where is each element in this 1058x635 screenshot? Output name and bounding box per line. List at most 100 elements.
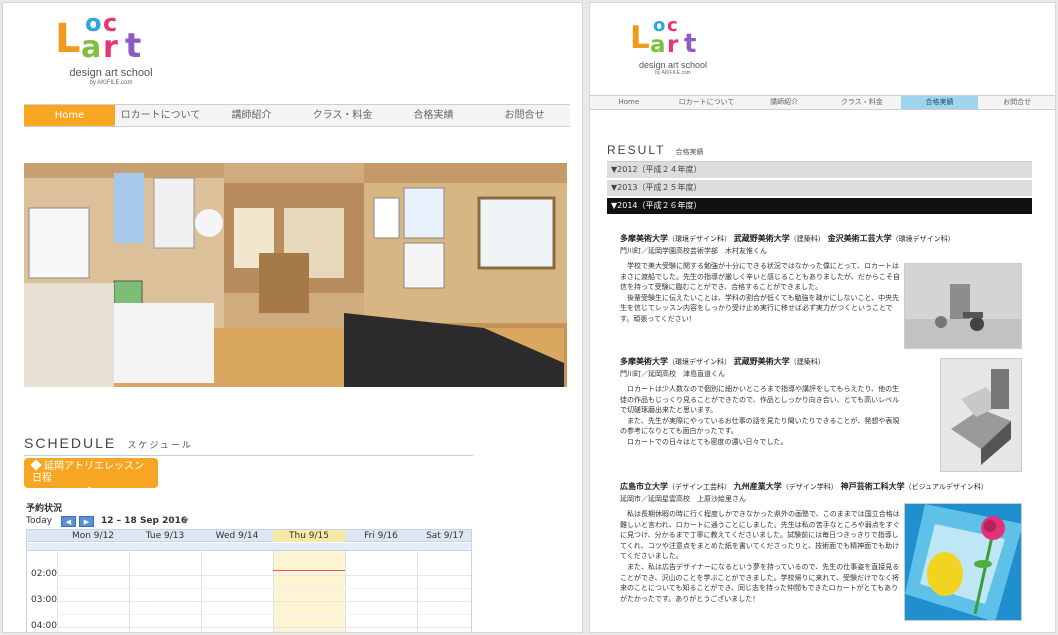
calendar-day[interactable]: Tue 9/13 — [129, 530, 201, 542]
nav-item-teachers[interactable]: 講師紹介 — [206, 105, 297, 126]
week-calendar: Mon 9/12 Tue 9/13 Wed 9/14 Thu 9/15 Fri … — [26, 529, 472, 632]
entry-testimonial: 学校で美大受験に関する勉強が十分にできる状況ではなかった僕にとって、ロカートはま… — [620, 261, 902, 325]
nav-item-results[interactable]: 合格実績 — [900, 96, 979, 109]
testimonial-paragraph: ロカートでの日々はとても密度の濃い日々でした。 — [627, 437, 788, 446]
site-logo[interactable]: L o c a r t design art school by AKIFILE… — [55, 11, 167, 86]
testimonial-paragraph: また、私は広告デザイナーになるという夢を持っているので、先生の仕事姿を直接見るこ… — [620, 562, 900, 603]
school-dept: （建築科） — [789, 358, 825, 366]
nav-item-contact[interactable]: お問合せ — [479, 105, 570, 126]
chevron-left-icon[interactable]: ◀ — [61, 516, 76, 527]
logo-school-name: design art school — [638, 60, 708, 70]
testimonial-paragraph: ロカートは少人数なので個別に細かいところまで指導や講評をしてもらえたり、他の生徒… — [620, 385, 900, 415]
pencil-drawing-geometric-image — [940, 358, 1022, 472]
school-name: 九州産業大学 — [733, 482, 782, 491]
calendar-day-today[interactable]: Thu 9/15 — [273, 530, 345, 542]
calendar-all-day-row — [27, 543, 471, 551]
schedule-button-label: 延岡アトリエレッスン日程 — [32, 461, 144, 484]
schedule-title: SCHEDULE — [24, 435, 117, 451]
school-dept: （ビジュアルデザイン科） — [904, 483, 988, 491]
calendar-column[interactable] — [417, 551, 471, 632]
entry-schools: 多摩美術大学（環境デザイン科） 武蔵野美術大学（建築科） 金沢美術工芸大学（環境… — [620, 233, 1022, 244]
chevron-down-icon[interactable]: ▼ — [183, 517, 188, 525]
calendar-day[interactable]: Fri 9/16 — [345, 530, 417, 542]
nav-item-teachers[interactable]: 講師紹介 — [745, 96, 823, 109]
logo-letter: r — [103, 30, 118, 65]
calendar-today-button[interactable]: Today — [26, 516, 52, 526]
site-logo[interactable]: L o c a r t design art school by AKIFILE… — [630, 17, 716, 76]
school-name: 武蔵野美術大学 — [733, 234, 790, 243]
home-page-screenshot: L o c a r t design art school by AKIFILE… — [2, 2, 583, 633]
logo-letter: a — [650, 32, 666, 58]
diamond-icon — [83, 486, 95, 498]
calendar-time-label: 04:00 — [31, 621, 57, 631]
calendar-hour-line — [57, 627, 471, 628]
year-accordion-2014[interactable]: ▼2014（平成２６年度） — [607, 198, 1032, 214]
nav-item-about[interactable]: ロカートについて — [115, 105, 206, 126]
pencil-drawing-still-life-image — [904, 263, 1022, 349]
calendar-day[interactable]: Mon 9/12 — [57, 530, 129, 542]
testimonial-paragraph: 私は長期休暇の時に行く程度しかできなかった県外の画塾で、このままでは国立合格は難… — [620, 510, 900, 561]
logo-letter: L — [630, 20, 650, 56]
main-nav: Home ロカートについて 講師紹介 クラス・料金 合格実績 お問合せ — [24, 104, 570, 127]
nobeoka-lesson-schedule-button[interactable]: 延岡アトリエレッスン日程 — [24, 458, 158, 498]
results-page-screenshot: L o c a r t design art school by AKIFILE… — [589, 2, 1056, 633]
calendar-column[interactable] — [57, 551, 129, 632]
calendar-time-label: 03:00 — [31, 595, 57, 605]
calendar-column[interactable] — [201, 551, 273, 632]
nav-item-results[interactable]: 合格実績 — [388, 105, 479, 126]
calendar-half-hour-line — [57, 588, 471, 589]
color-illustration-lemon-rose-image — [904, 503, 1022, 621]
calendar-column-today[interactable] — [273, 551, 345, 632]
logo-school-name: design art school — [69, 67, 153, 79]
calendar-half-hour-line — [57, 614, 471, 615]
school-dept: （環境デザイン科） — [668, 235, 731, 243]
chevron-right-icon[interactable]: ▶ — [79, 516, 94, 527]
calendar-column[interactable] — [345, 551, 417, 632]
student-info: 門川町／延岡学園高校芸術学部 木村友惟くん — [620, 247, 767, 255]
nav-item-classes[interactable]: クラス・料金 — [297, 105, 388, 126]
nav-item-contact[interactable]: お問合せ — [978, 96, 1055, 109]
logo-letter: L — [55, 16, 81, 62]
school-dept: （環境デザイン科） — [891, 235, 955, 243]
nav-item-classes[interactable]: クラス・料金 — [823, 96, 901, 109]
calendar-day[interactable]: Sat 9/17 — [417, 530, 471, 542]
school-dept: （デザイン工芸科） — [668, 483, 731, 491]
testimonial-paragraph: また、先生が実際にやっているお仕事の話を見たり聞いたりできることが、発想や表現の… — [620, 416, 900, 436]
logo-mark: L o c a r t — [55, 11, 167, 67]
result-title-ja: 合格実績 — [675, 148, 704, 156]
calendar-date-range: 12 – 18 Sep 2016 — [101, 516, 188, 526]
entry-testimonial: ロカートは少人数なので個別に細かいところまで指導や講評をしてもらえたり、他の生徒… — [620, 384, 902, 448]
result-title: RESULT — [607, 143, 666, 157]
school-name: 神戸芸術工科大学 — [840, 482, 905, 491]
calendar-time-label: 02:00 — [31, 569, 57, 579]
entry-testimonial: 私は長期休暇の時に行く程度しかできなかった県外の画塾で、このままでは国立合格は難… — [620, 509, 902, 604]
nav-item-about[interactable]: ロカートについて — [668, 96, 746, 109]
atelier-interior-image — [24, 163, 567, 387]
schedule-title-ja: スケジュール — [127, 441, 193, 451]
result-entry: 広島市立大学（デザイン工芸科） 九州産業大学（デザイン学科） 神戸芸術工科大学（… — [620, 481, 1022, 626]
logo-letter: r — [667, 32, 679, 58]
main-nav: Home ロカートについて 講師紹介 クラス・料金 合格実績 お問合せ — [590, 95, 1055, 110]
logo-byline: by AKIFILE.com — [89, 80, 133, 86]
calendar-hour-line — [57, 601, 471, 602]
nav-item-home[interactable]: Home — [24, 105, 115, 126]
result-entry: 多摩美術大学（環境デザイン科） 武蔵野美術大学（建築科） 門川町／延岡高校 津島… — [620, 356, 1022, 474]
logo-letter: a — [81, 30, 102, 65]
schedule-heading: SCHEDULE スケジュール — [24, 433, 473, 456]
school-dept: （建築科） — [789, 235, 825, 243]
current-time-line — [273, 570, 345, 571]
calendar-hour-line — [57, 575, 471, 576]
logo-mark: L o c a r t — [630, 17, 716, 61]
year-accordion-2013[interactable]: ▼2013（平成２５年度） — [607, 180, 1032, 196]
result-heading: RESULT 合格実績 — [607, 139, 1032, 162]
calendar-day[interactable]: Wed 9/14 — [201, 530, 273, 542]
school-name: 金沢美術工芸大学 — [827, 234, 892, 243]
calendar-toolbar: Today ◀ ▶ 12 – 18 Sep 2016 ▼ — [26, 515, 472, 529]
school-name: 多摩美術大学 — [620, 357, 668, 366]
calendar-column[interactable] — [129, 551, 201, 632]
year-accordion-2012[interactable]: ▼2012（平成２４年度） — [607, 162, 1032, 178]
school-name: 多摩美術大学 — [620, 234, 668, 243]
testimonial-paragraph: 後輩受験生に伝えたいことは、学科の割合が低くても勉強を疎かにしないこと、中央先生… — [620, 293, 900, 323]
nav-item-home[interactable]: Home — [590, 96, 668, 109]
logo-letter: t — [684, 29, 697, 59]
